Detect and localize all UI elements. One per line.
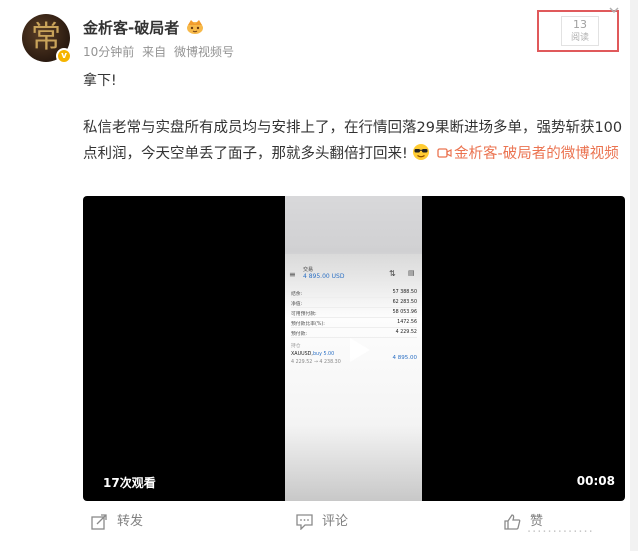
source-prefix: 来自: [142, 45, 167, 59]
phone-status-blur: [285, 196, 422, 254]
author-name[interactable]: 金析客-破局者: [83, 17, 179, 38]
repost-label: 转发: [117, 514, 144, 529]
position-symbol: XAUUSD,: [291, 352, 313, 357]
video-view-count: 17次观看: [103, 476, 156, 490]
phone-row: 结余: 57 388.50: [291, 290, 417, 298]
video-duration: 00:08: [576, 474, 615, 488]
post-time[interactable]: 10分钟前: [83, 45, 134, 59]
phone-row: 预付款比率(%): 1472.56: [291, 320, 417, 328]
comment-label: 评论: [322, 514, 349, 529]
phone-sort-icon: ⇅: [389, 269, 396, 278]
page-background-strip: [630, 0, 638, 551]
phone-row: 可用预付款: 58 053.96: [291, 310, 417, 318]
post-source[interactable]: 微博视频号: [174, 45, 234, 59]
phone-balance: 4 895.00 USD: [303, 273, 345, 280]
comment-icon: [296, 514, 313, 530]
watermark-dots: ·············: [527, 525, 594, 540]
read-label: 阅读: [570, 33, 589, 43]
post-text-line1: 拿下!: [83, 73, 117, 89]
phone-account-rows: 结余: 57 388.50 净值: 62 283.50 可用预付款: 58 053.9…: [291, 288, 417, 338]
phone-section-label: 持仓: [291, 344, 301, 349]
phone-document-icon: ▤: [408, 269, 415, 277]
verified-badge-icon: v: [56, 48, 72, 64]
post-text-body: 私信老常与实盘所有成员均与安排上了，在行情回落29果断进场多单，强势斩获100点…: [83, 115, 628, 167]
repost-button[interactable]: 转发: [91, 513, 161, 531]
play-icon[interactable]: [340, 332, 376, 368]
phone-header: ≡ 交易 4 895.00 USD ⇅ ▤: [289, 266, 418, 286]
read-count: 13: [573, 18, 587, 31]
read-counter: 13 阅读: [561, 16, 599, 46]
phone-account-label: 交易: [303, 267, 314, 273]
cool-sunglasses-emoji-icon: [413, 144, 430, 160]
video-camera-icon: [437, 148, 452, 158]
weibo-post-card: 常 v 金析客-破局者 10分钟前 来自 微博视频号 13 阅读 拿下! 私信老…: [0, 0, 630, 551]
video-link-text: 金析客-破局者的微博视频: [454, 146, 619, 162]
chevron-down-icon[interactable]: [608, 4, 620, 16]
read-counter-highlight: 13 阅读: [537, 10, 619, 52]
phone-menu-icon: ≡: [289, 270, 296, 279]
phone-row: 净值: 62 283.50: [291, 300, 417, 308]
repost-icon: [91, 514, 107, 530]
video-link[interactable]: 金析客-破局者的微博视频: [435, 146, 619, 162]
comment-button[interactable]: 评论: [296, 513, 366, 531]
video-player[interactable]: ≡ 交易 4 895.00 USD ⇅ ▤ 结余: 57 388.50 净值: 62…: [83, 196, 625, 501]
thumbs-up-icon: [504, 514, 521, 530]
position-pnl: 4 895.00: [392, 355, 418, 361]
post-meta: 10分钟前 来自 微博视频号: [83, 43, 238, 60]
position-prices: 4 229.52 → 4 238.30: [291, 360, 341, 365]
crown-icon: [187, 20, 203, 34]
position-side: buy 5.00: [313, 352, 335, 357]
